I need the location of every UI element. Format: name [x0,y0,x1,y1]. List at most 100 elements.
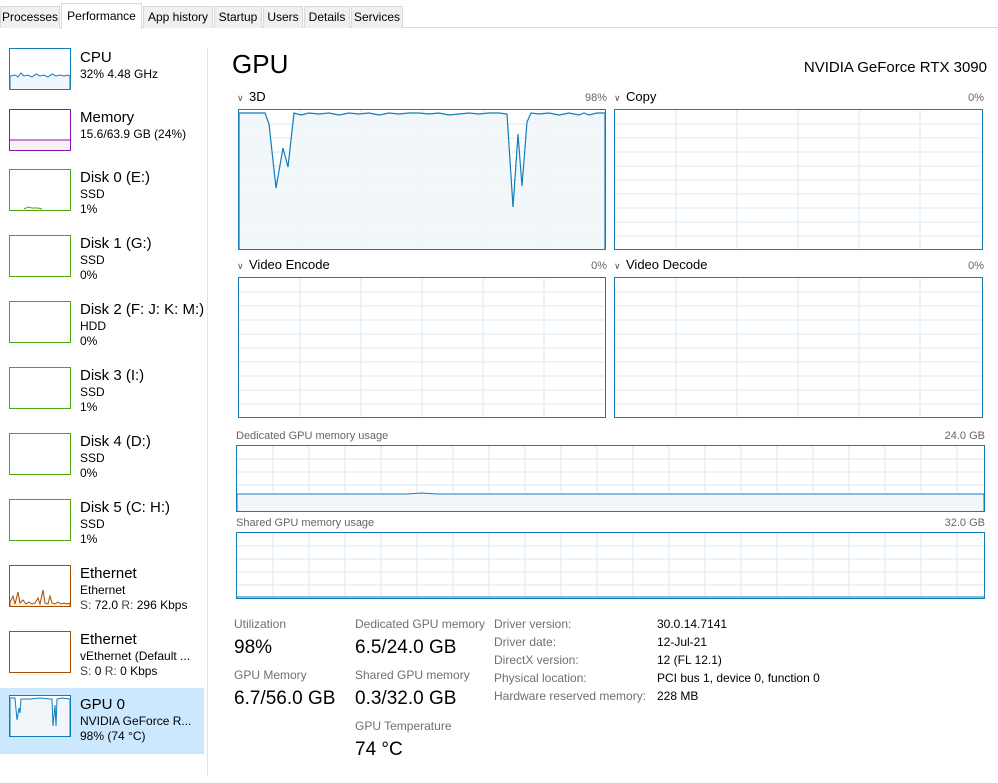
receive-value: 0 Kbps [120,664,158,678]
chevron-down-icon: ∨ [614,93,621,103]
sidebar-item-cpu[interactable]: CPU 32% 4.48 GHz [0,45,204,111]
memory-sparkline [10,139,70,150]
resource-sidebar: CPU 32% 4.48 GHz Memory 15.6/63.9 GB (24… [0,29,206,783]
tab-services[interactable]: Services [351,6,403,28]
sidebar-item-usage: 1% [80,400,98,414]
sidebar-item-title: Ethernet [80,631,137,648]
sidebar-item-title: CPU [80,49,112,66]
driver-version-value: 30.0.14.7141 [657,617,728,631]
gpu-sparkline [10,697,70,736]
shared-memory-stat-value: 0.3/32.0 GB [355,688,457,709]
sidebar-item-title: GPU 0 [80,696,126,713]
sidebar-item-detail: SSD [80,253,105,267]
cpu-thumbnail-graph [9,48,71,90]
engine-graph-video-decode [614,277,983,418]
sidebar-item-title: Memory [80,109,135,126]
disk-thumbnail-graph [9,499,71,541]
chevron-down-icon: ∨ [237,261,244,271]
3d-usage-line [239,112,605,249]
tab-users[interactable]: Users [263,6,303,28]
sidebar-item-disk-2[interactable]: Disk 2 (F: J: K: M:) HDD 0% [0,297,204,363]
sidebar-item-title: Disk 0 (E:) [80,169,151,186]
grid-lines [239,278,605,417]
send-label: S: [80,664,92,678]
dedicated-memory-stat-label: Dedicated GPU memory [355,617,486,631]
receive-value: 296 Kbps [136,598,188,612]
utilization-value: 98% [234,637,273,658]
reserved-memory-value: 228 MB [657,689,699,703]
engine-graph-video-encode [238,277,606,418]
driver-version-label: Driver version: [494,617,572,631]
sidebar-item-detail: HDD [80,319,106,333]
sidebar-item-disk-4[interactable]: Disk 4 (D:) SSD 0% [0,429,204,495]
engine-name: 3D [249,89,266,104]
send-value: 72.0 [94,598,119,612]
sidebar-item-detail: SSD [80,451,105,465]
sidebar-item-detail: Ethernet [80,583,126,597]
dedicated-memory-graph [236,445,985,512]
engine-selector-video-encode[interactable]: ∨ Video Encode [237,257,330,274]
memory-thumbnail-graph [9,109,71,151]
engine-graph-3d [238,109,606,250]
tab-performance[interactable]: Performance [61,3,142,29]
disk-thumbnail-graph [9,367,71,409]
sidebar-item-title: Disk 1 (G:) [80,235,152,252]
grid-lines [615,110,982,249]
engine-percent: 98% [584,92,607,104]
page-title: GPU [232,49,289,79]
sidebar-item-detail: 32% 4.48 GHz [80,67,159,81]
gpu-thumbnail-graph [9,695,71,737]
sidebar-item-memory[interactable]: Memory 15.6/63.9 GB (24%) [0,105,204,171]
sidebar-item-usage: 1% [80,202,98,216]
engine-name: Copy [626,89,657,104]
sidebar-item-throughput: S: 72.0 R: 296 Kbps [80,598,187,613]
sidebar-item-vethernet[interactable]: Ethernet vEthernet (Default ... S: 0 R: … [0,627,204,693]
send-label: S: [80,598,92,612]
sidebar-item-disk-5[interactable]: Disk 5 (C: H:) SSD 1% [0,495,204,561]
sidebar-item-disk-3[interactable]: Disk 3 (I:) SSD 1% [0,363,204,429]
disk-thumbnail-graph [9,433,71,475]
directx-version-label: DirectX version: [494,653,579,667]
sidebar-item-usage: 98% (74 °C) [80,729,146,743]
tab-startup[interactable]: Startup [214,6,262,28]
sidebar-item-detail: SSD [80,187,105,201]
sidebar-item-detail: 15.6/63.9 GB (24%) [80,127,187,141]
disk-thumbnail-graph [9,169,71,211]
temperature-label: GPU Temperature [355,719,452,733]
engine-selector-3d[interactable]: ∨ 3D [237,89,266,106]
tab-processes[interactable]: Processes [0,6,60,28]
shared-memory-chart [237,533,984,598]
sidebar-item-ethernet[interactable]: Ethernet Ethernet S: 72.0 R: 296 Kbps [0,561,204,627]
gpu-memory-label: GPU Memory [234,668,307,682]
shared-memory-graph [236,532,985,599]
sidebar-item-title: Disk 5 (C: H:) [80,499,170,516]
grid-lines [615,278,982,417]
tab-details[interactable]: Details [304,6,350,28]
sidebar-item-throughput: S: 0 R: 0 Kbps [80,664,157,679]
3d-usage-chart [239,110,605,249]
sidebar-item-title: Ethernet [80,565,137,582]
sidebar-item-disk-0[interactable]: Disk 0 (E:) SSD 1% [0,165,204,231]
dedicated-memory-label: Dedicated GPU memory usage [236,430,389,442]
chevron-down-icon: ∨ [614,261,621,271]
utilization-label: Utilization [234,617,287,631]
dedicated-memory-chart [237,446,984,511]
video-encode-usage-chart [239,278,605,417]
copy-usage-chart [615,110,982,249]
sidebar-item-usage: 0% [80,466,98,480]
physical-location-value: PCI bus 1, device 0, function 0 [657,671,820,685]
sidebar-item-detail: SSD [80,385,105,399]
engine-graph-copy [614,109,983,250]
send-value: 0 [94,664,102,678]
sidebar-item-gpu-0[interactable]: GPU 0 NVIDIA GeForce R... 98% (74 °C) [0,688,204,754]
dedicated-memory-max: 24.0 GB [944,430,985,442]
engine-name: Video Encode [249,257,330,272]
sidebar-item-disk-1[interactable]: Disk 1 (G:) SSD 0% [0,231,204,297]
engine-selector-copy[interactable]: ∨ Copy [614,89,656,106]
ethernet-thumbnail-graph [9,565,71,607]
chevron-down-icon: ∨ [237,93,244,103]
sidebar-item-title: Disk 3 (I:) [80,367,145,384]
tab-app-history[interactable]: App history [143,6,213,28]
engine-name: Video Decode [626,257,708,272]
engine-selector-video-decode[interactable]: ∨ Video Decode [614,257,707,274]
